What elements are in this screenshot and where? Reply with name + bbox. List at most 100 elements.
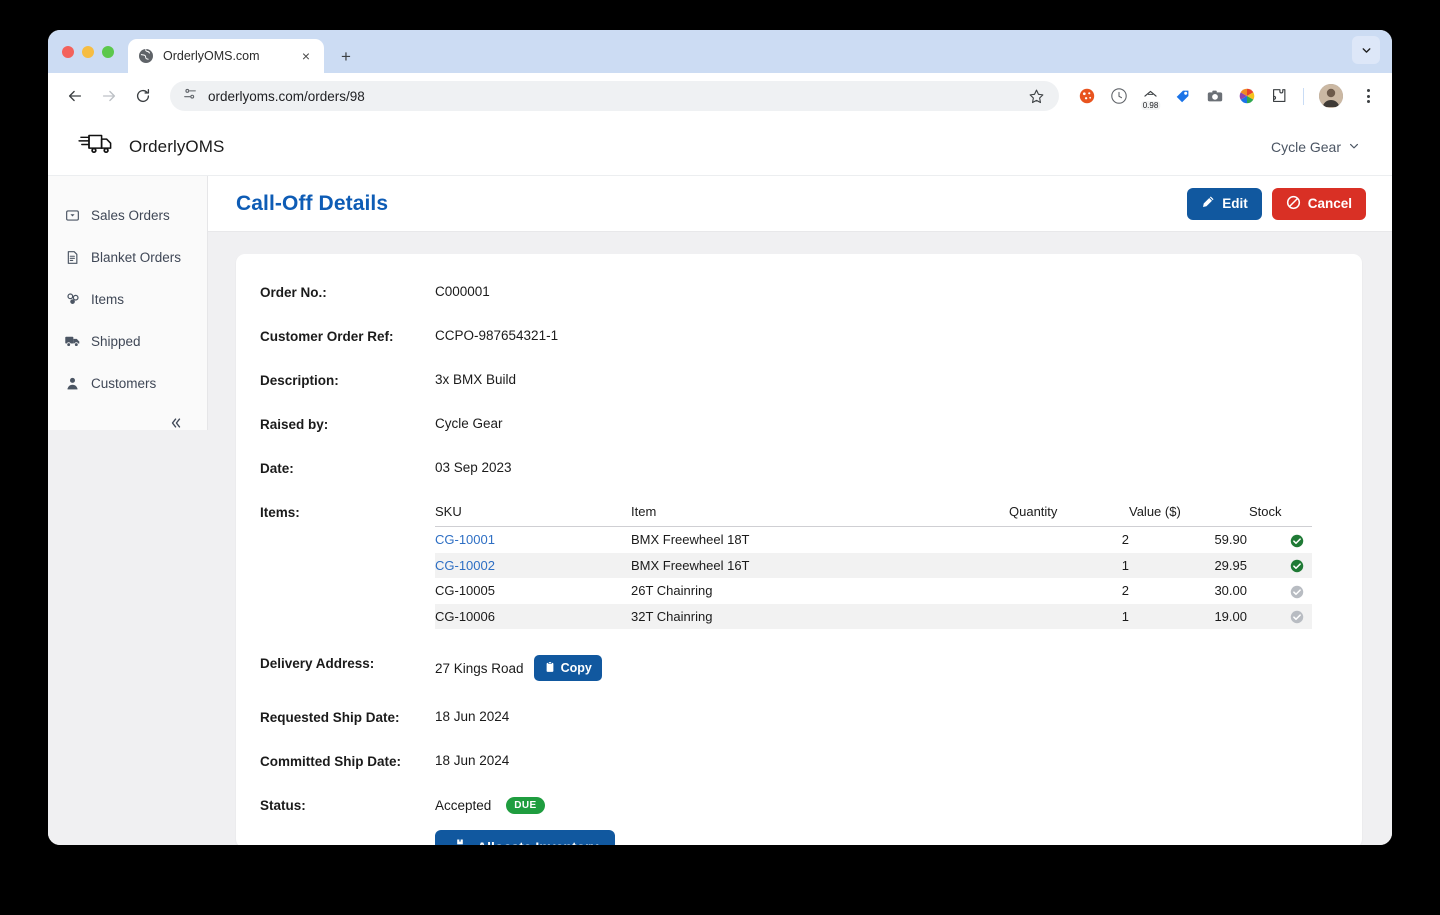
- truck-icon: [64, 333, 81, 350]
- double-chevron-left-icon[interactable]: [163, 410, 189, 436]
- address-bar[interactable]: orderlyoms.com/orders/98: [170, 81, 1059, 111]
- brand-name: OrderlyOMS: [129, 137, 224, 157]
- brand[interactable]: OrderlyOMS: [78, 131, 224, 163]
- cell-value: 19.00: [1129, 604, 1249, 630]
- sku-link[interactable]: CG-10002: [435, 558, 495, 573]
- browser-menu-icon[interactable]: [1356, 83, 1380, 109]
- tab-title: OrderlyOMS.com: [163, 49, 289, 63]
- sidebar-collapse-row: [48, 404, 207, 436]
- bookmark-star-icon[interactable]: [1023, 83, 1049, 109]
- minimize-window-button[interactable]: [82, 46, 94, 58]
- items-table-head: SKU Item Quantity Value ($) Stock: [435, 504, 1312, 527]
- chevron-down-icon[interactable]: [1352, 36, 1380, 64]
- page-title: Call-Off Details: [236, 192, 388, 216]
- zoom-icon[interactable]: 0.98: [1141, 87, 1160, 106]
- sidebar-item-items[interactable]: Items: [48, 278, 207, 320]
- cell-item: 26T Chainring: [631, 578, 1009, 604]
- stock-check-icon: [1290, 534, 1304, 548]
- forward-icon[interactable]: [94, 81, 124, 111]
- extension-icons: 0.98: [1071, 83, 1380, 109]
- edit-button[interactable]: Edit: [1187, 188, 1262, 220]
- avatar[interactable]: [1319, 84, 1343, 108]
- table-row: CG-10006 32T Chainring 1 19.00: [435, 604, 1312, 630]
- items-table-body: CG-10001 BMX Freewheel 18T 2 59.90: [435, 527, 1312, 630]
- back-icon[interactable]: [60, 81, 90, 111]
- sidebar-item-blanket-orders[interactable]: Blanket Orders: [48, 236, 207, 278]
- window-traffic-lights: [62, 30, 128, 73]
- sidebar-item-label: Items: [91, 292, 124, 307]
- cell-sku[interactable]: CG-10002: [435, 553, 631, 579]
- sidebar: Sales Orders Blanket Orders Items: [48, 176, 208, 430]
- column-header-sku: SKU: [435, 504, 631, 527]
- reload-icon[interactable]: [128, 81, 158, 111]
- field-value: Cycle Gear: [435, 416, 503, 431]
- url-text: orderlyoms.com/orders/98: [208, 89, 1013, 104]
- cookie-icon[interactable]: [1077, 87, 1096, 106]
- page-viewport: OrderlyOMS Cycle Gear Sales Orders: [48, 119, 1392, 845]
- account-name: Cycle Gear: [1271, 139, 1341, 155]
- sidebar-item-sales-orders[interactable]: Sales Orders: [48, 194, 207, 236]
- clock-history-icon[interactable]: [1109, 87, 1128, 106]
- sidebar-item-label: Blanket Orders: [91, 250, 181, 265]
- cancel-button[interactable]: Cancel: [1272, 188, 1366, 220]
- globe-icon: [138, 48, 154, 64]
- sidebar-item-label: Customers: [91, 376, 156, 391]
- copy-button[interactable]: Copy: [534, 655, 602, 681]
- cell-sku[interactable]: CG-10001: [435, 527, 631, 553]
- sidebar-item-shipped[interactable]: Shipped: [48, 320, 207, 362]
- field-value: 18 Jun 2024: [435, 709, 509, 724]
- items-table: SKU Item Quantity Value ($) Stock: [435, 504, 1312, 629]
- field-value: CCPO-987654321-1: [435, 328, 558, 343]
- field-value: 3x BMX Build: [435, 372, 516, 387]
- column-header-value: Value ($): [1129, 504, 1249, 527]
- field-description: Description: 3x BMX Build: [260, 372, 1332, 388]
- stock-unknown-icon: [1290, 610, 1304, 624]
- cell-item: BMX Freewheel 16T: [631, 553, 1009, 579]
- sidebar-item-customers[interactable]: Customers: [48, 362, 207, 404]
- camera-icon[interactable]: [1205, 87, 1224, 106]
- sidebar-item-label: Shipped: [91, 334, 141, 349]
- close-icon[interactable]: ×: [298, 48, 314, 64]
- field-value: 18 Jun 2024: [435, 753, 509, 768]
- maximize-window-button[interactable]: [102, 46, 114, 58]
- browser-tab[interactable]: OrderlyOMS.com ×: [128, 39, 324, 73]
- account-menu[interactable]: Cycle Gear: [1271, 139, 1360, 155]
- cell-quantity: 1: [1009, 553, 1129, 579]
- cell-sku: CG-10005: [435, 578, 631, 604]
- sidebar-item-label: Sales Orders: [91, 208, 170, 223]
- field-date: Date: 03 Sep 2023: [260, 460, 1332, 476]
- card-wrapper: Order No.: C000001 Customer Order Ref: C…: [208, 232, 1392, 845]
- close-window-button[interactable]: [62, 46, 74, 58]
- sku-link[interactable]: CG-10001: [435, 532, 495, 547]
- cell-stock: [1249, 604, 1312, 630]
- tag-icon[interactable]: [1173, 87, 1192, 106]
- cell-value: 30.00: [1129, 578, 1249, 604]
- document-icon: [64, 249, 81, 266]
- edit-button-label: Edit: [1222, 196, 1248, 211]
- field-delivery-address: Delivery Address: 27 Kings Road Copy: [260, 655, 1332, 681]
- field-label: Customer Order Ref:: [260, 328, 435, 344]
- inventory-boxes-icon: [452, 838, 468, 845]
- field-label: Order No.:: [260, 284, 435, 300]
- field-label: Raised by:: [260, 416, 435, 432]
- field-label: Items:: [260, 504, 435, 520]
- person-icon: [64, 375, 81, 392]
- site-settings-icon[interactable]: [182, 86, 198, 107]
- cell-stock: [1249, 527, 1312, 553]
- status-badge: DUE: [506, 797, 544, 814]
- field-label: Committed Ship Date:: [260, 753, 435, 769]
- delivery-address-text: 27 Kings Road: [435, 661, 524, 676]
- allocate-inventory-button[interactable]: Allocate Inventory: [435, 830, 615, 845]
- items-icon: [64, 291, 81, 308]
- field-value-group: 27 Kings Road Copy: [435, 655, 602, 681]
- toolbar-divider: [1303, 88, 1304, 105]
- color-wheel-icon[interactable]: [1237, 87, 1256, 106]
- copy-button-label: Copy: [561, 661, 592, 675]
- field-items: Items: SKU Item Quantity Value ($) Stock: [260, 504, 1332, 629]
- puzzle-extension-icon[interactable]: [1269, 87, 1288, 106]
- content-area: Call-Off Details Edit Cancel: [208, 176, 1392, 845]
- column-header-stock: Stock: [1249, 504, 1312, 527]
- delivery-truck-icon: [78, 131, 118, 163]
- new-tab-button[interactable]: +: [332, 42, 360, 70]
- allocate-inventory-label: Allocate Inventory: [477, 839, 598, 845]
